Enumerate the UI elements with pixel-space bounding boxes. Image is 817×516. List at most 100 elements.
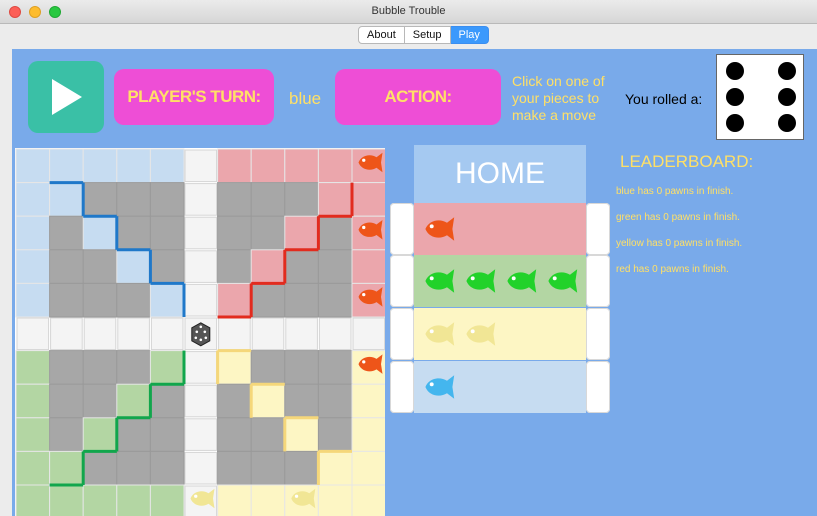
leaderboard-entry-green: green has 0 pawns in finish. [616, 212, 740, 223]
green-zone-cell [82, 484, 118, 516]
home-row-green [390, 255, 610, 307]
green-zone-cell [15, 350, 51, 385]
gray-cell [284, 350, 319, 385]
gray-cell [250, 417, 286, 452]
home-fish-yellow-icon [466, 322, 496, 346]
home-fish-red-icon [425, 217, 455, 241]
tab-setup[interactable]: Setup [404, 26, 451, 44]
track-cell [50, 317, 83, 351]
tab-play[interactable]: Play [450, 26, 489, 44]
gray-cell [49, 215, 84, 251]
home-fish-yellow-icon [425, 322, 455, 346]
track-cell [184, 149, 218, 183]
track-cell [184, 451, 218, 485]
gray-cell [116, 417, 151, 452]
play-button[interactable] [28, 61, 104, 133]
gray-cell [217, 383, 252, 419]
gray-cell [49, 383, 84, 419]
home-fish-green-icon [425, 269, 455, 293]
green-zone-cell [15, 417, 51, 452]
track-cell [318, 317, 352, 351]
center-dice-icon[interactable] [191, 322, 211, 347]
game-board[interactable] [15, 148, 385, 516]
gray-cell [49, 417, 84, 452]
home-lane-yellow [414, 308, 586, 360]
home-fish-green-icon [466, 269, 496, 293]
blue-zone-cell [15, 249, 51, 284]
track-cell [184, 250, 218, 283]
blue-zone-cell [82, 148, 118, 184]
home-fish-green-icon [548, 269, 578, 293]
yellow-path-cell [351, 484, 385, 516]
home-row-red [390, 203, 610, 255]
window-titlebar: Bubble Trouble [0, 0, 817, 24]
yellow-zone-cell [351, 417, 385, 452]
home-header: HOME [414, 145, 586, 203]
track-cell [117, 317, 150, 351]
gray-cell [116, 182, 151, 217]
track-cell [352, 317, 385, 351]
red-path-cell [217, 282, 252, 318]
gray-cell [317, 215, 353, 251]
blue-zone-cell [116, 148, 151, 184]
dice-result-label: You rolled a: [625, 91, 703, 107]
home-row-blue [390, 361, 610, 413]
gray-cell [149, 249, 185, 284]
home-slot-left [390, 361, 414, 413]
yellow-path-cell [284, 417, 319, 452]
home-fish-green-icon [507, 269, 537, 293]
gray-cell [317, 249, 353, 284]
red-path-cell [284, 215, 319, 251]
blue-zone-cell [15, 282, 51, 318]
track-cell [184, 283, 218, 317]
gray-cell [250, 182, 286, 217]
gray-cell [250, 350, 286, 385]
play-panel: PLAYER'S TURN: blue ACTION: Click on one… [12, 49, 817, 516]
yellow-zone-cell [351, 450, 385, 486]
players-turn-label: PLAYER'S TURN: [114, 69, 274, 125]
gray-cell [217, 450, 252, 486]
green-zone-cell [49, 484, 84, 516]
gray-cell [82, 350, 118, 385]
tab-about[interactable]: About [358, 26, 405, 44]
dice-face [716, 54, 804, 140]
track-cell [16, 317, 50, 351]
red-zone-cell [317, 148, 353, 184]
green-path-cell [116, 383, 151, 419]
gray-cell [284, 383, 319, 419]
leaderboard-entry-red: red has 0 pawns in finish. [616, 264, 729, 275]
gray-cell [149, 215, 185, 251]
blue-zone-cell [15, 182, 51, 217]
home-lane-green [414, 255, 586, 307]
gray-cell [149, 182, 185, 217]
gray-cell [82, 450, 118, 486]
blue-path-cell [15, 148, 51, 184]
blue-path-cell [82, 215, 118, 251]
home-slot-left [390, 308, 414, 360]
yellow-zone-cell [351, 383, 385, 419]
tab-bar: About Setup Play [358, 26, 489, 44]
dice-pip [778, 88, 796, 106]
gray-cell [284, 282, 319, 318]
leaderboard-title: LEADERBOARD: [620, 152, 754, 171]
green-zone-cell [149, 484, 185, 516]
gray-cell [250, 282, 286, 318]
green-path-cell [15, 484, 51, 516]
yellow-zone-cell [217, 484, 252, 516]
blue-zone-cell [49, 148, 84, 184]
gray-cell [217, 417, 252, 452]
gray-cell [149, 417, 185, 452]
yellow-path-cell [317, 450, 353, 486]
home-slot-right [586, 203, 610, 255]
current-player-color: blue [289, 89, 322, 108]
gray-cell [284, 450, 319, 486]
home-lane-red [414, 203, 586, 255]
track-cell [251, 317, 285, 351]
blue-zone-cell [15, 215, 51, 251]
home-slot-left [390, 255, 414, 307]
green-zone-cell [116, 484, 151, 516]
red-zone-cell [284, 148, 319, 184]
red-zone-cell [351, 182, 385, 217]
gray-cell [284, 249, 319, 284]
gray-cell [317, 383, 353, 419]
